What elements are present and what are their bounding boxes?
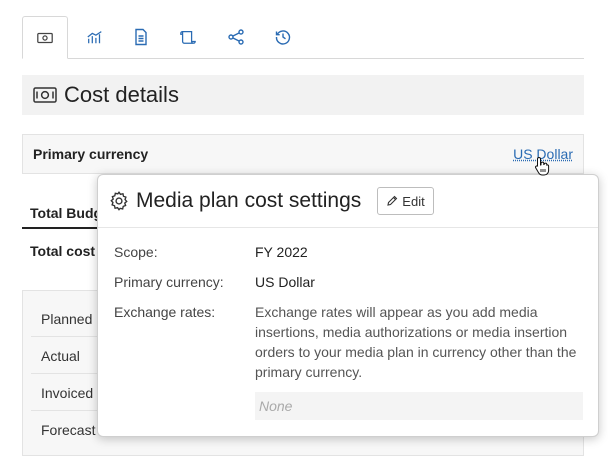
primary-currency-label: Primary currency: — [114, 274, 224, 290]
history-icon — [275, 30, 291, 45]
tab-history[interactable] — [260, 16, 306, 58]
cost-settings-popover: Media plan cost settings Edit Scope: FY … — [97, 174, 599, 437]
money-icon — [37, 32, 53, 43]
edit-button[interactable]: Edit — [377, 187, 434, 215]
tab-cost[interactable] — [22, 16, 68, 59]
primary-currency-row: Primary currency US Dollar — [22, 134, 584, 174]
edit-button-label: Edit — [402, 193, 425, 209]
money-icon — [33, 87, 57, 103]
hand-cursor-icon — [535, 156, 550, 176]
bar-chart-icon — [87, 31, 102, 44]
gear-icon — [110, 191, 128, 211]
scroll-icon — [180, 30, 196, 44]
page-title: Cost details — [64, 82, 179, 107]
section-header: Cost details — [22, 75, 584, 115]
popover-title: Media plan cost settings — [136, 189, 362, 212]
tab-orders[interactable] — [165, 16, 211, 58]
exchange-rates-description: Exchange rates will appear as you add me… — [255, 304, 577, 380]
pencil-icon — [387, 195, 398, 206]
exchange-rates-label: Exchange rates: — [114, 304, 216, 320]
primary-currency-label: Primary currency — [33, 146, 149, 162]
exchange-rates-empty: None — [255, 392, 583, 420]
scope-label: Scope: — [114, 244, 158, 260]
tab-documents[interactable] — [118, 16, 164, 58]
view-tabs — [22, 16, 584, 59]
tab-share[interactable] — [213, 16, 259, 58]
popover-header: Media plan cost settings Edit — [98, 175, 598, 228]
document-icon — [135, 28, 147, 46]
share-icon — [228, 29, 244, 45]
tab-analytics[interactable] — [72, 16, 118, 58]
primary-currency-value: US Dollar — [255, 274, 315, 290]
scope-value: FY 2022 — [255, 244, 308, 260]
